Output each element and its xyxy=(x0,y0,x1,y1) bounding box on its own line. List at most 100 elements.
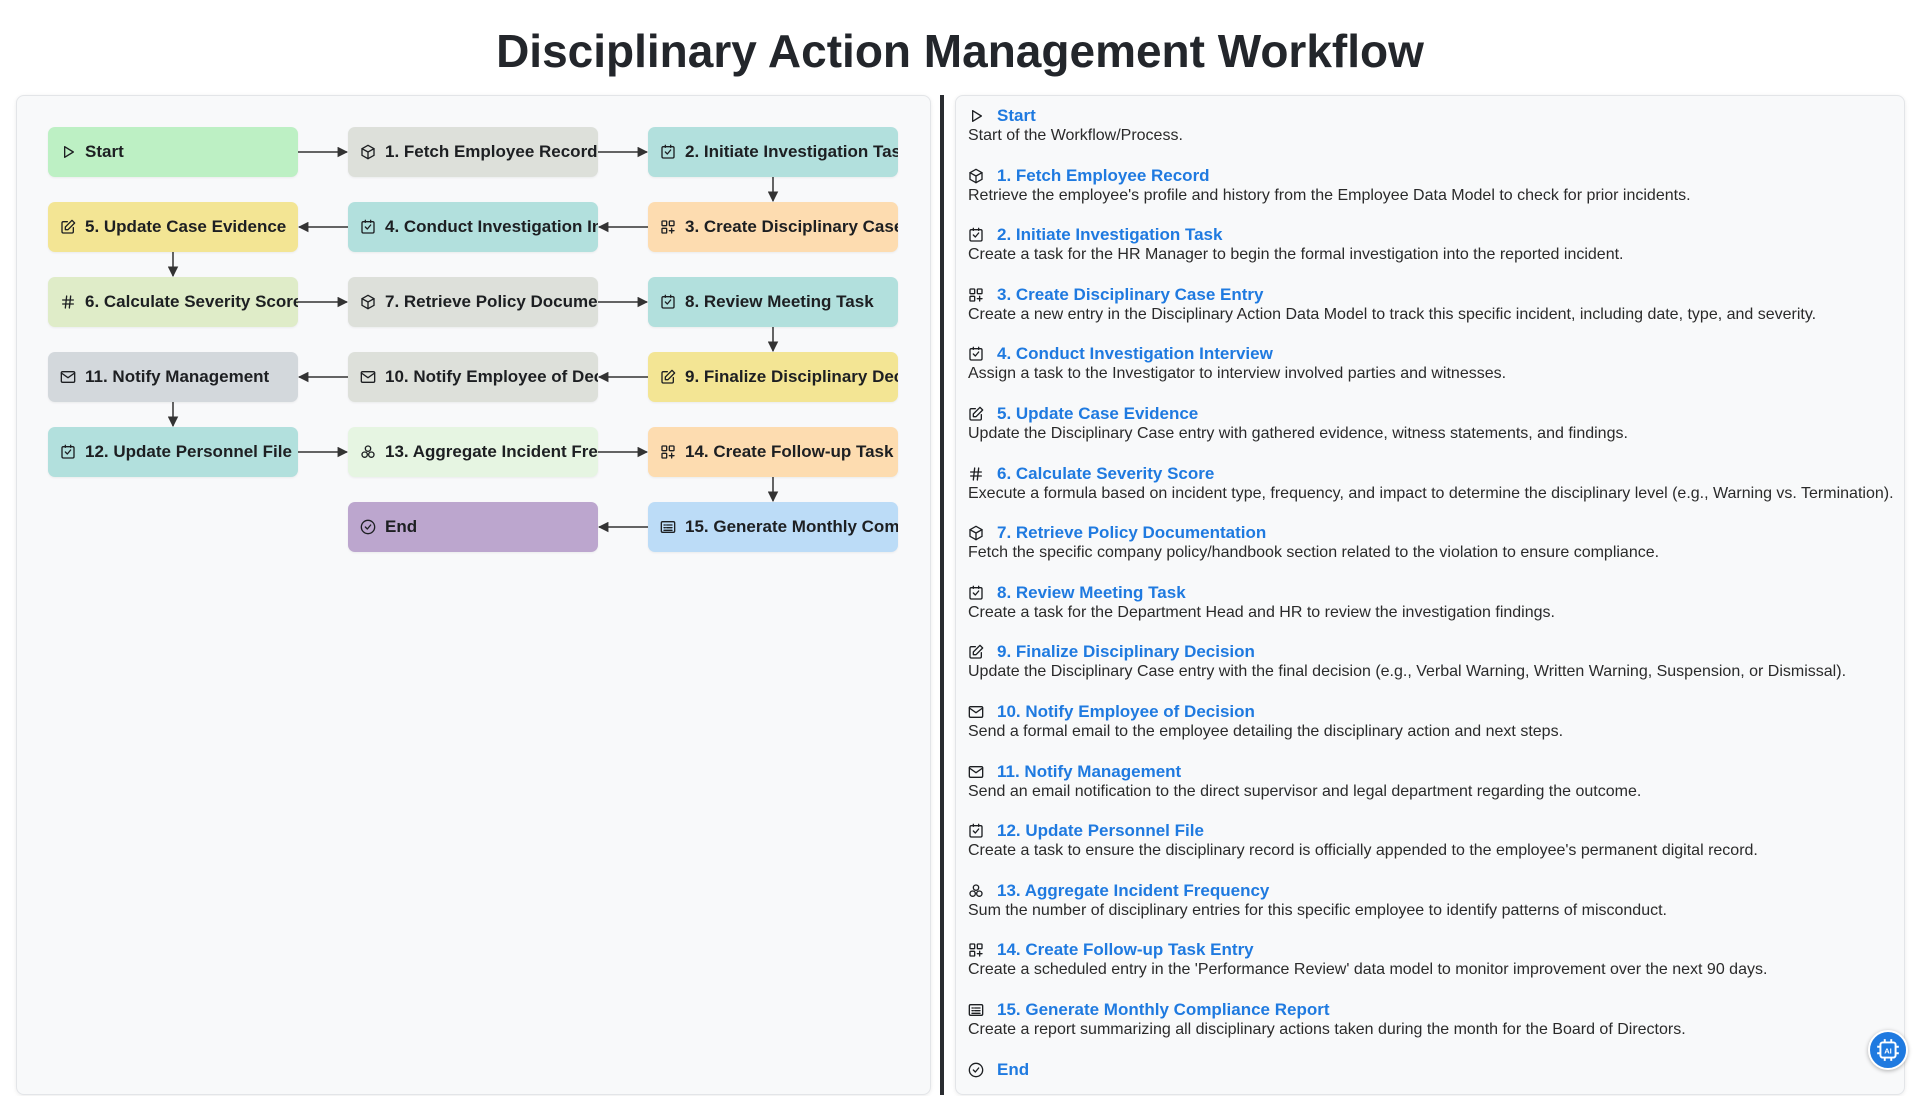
step-title-link[interactable]: Start xyxy=(997,106,1036,126)
step-description: Retrieve the employee's profile and hist… xyxy=(968,186,1691,204)
step-item: 14. Create Follow-up Task Entry Create a … xyxy=(968,939,1767,979)
step-header[interactable]: 8. Review Meeting Task xyxy=(968,582,1555,604)
report-icon xyxy=(968,1004,984,1016)
step-description: Assign a task to the Investigator to int… xyxy=(968,365,1507,383)
edit-icon xyxy=(661,369,676,384)
flow-node[interactable]: 10. Notify Employee of Decision xyxy=(348,352,598,402)
ai-chip-icon: AI xyxy=(1877,1039,1899,1061)
step-header[interactable]: Start xyxy=(968,105,1183,127)
aggregate-icon xyxy=(361,445,375,458)
step-item: 3. Create Disciplinary Case Entry Create … xyxy=(968,284,1816,324)
checkbox-icon xyxy=(969,347,983,362)
step-title-link[interactable]: 4. Conduct Investigation Interview xyxy=(997,344,1273,364)
flow-node[interactable]: 11. Notify Management xyxy=(48,352,298,402)
step-title-link[interactable]: 7. Retrieve Policy Documentation xyxy=(997,523,1266,543)
flow-node-label: 1. Fetch Employee Record xyxy=(385,142,598,161)
page-title: Disciplinary Action Management Workflow xyxy=(496,25,1424,77)
step-description: Send an email notification to the direct… xyxy=(968,782,1642,800)
flow-node[interactable]: Start xyxy=(48,127,298,177)
panel-resizer[interactable] xyxy=(940,95,944,1095)
flowchart-canvas[interactable]: Start 1. Fetch Employee Record 2. Initiate… xyxy=(16,95,931,1095)
grid-plus-icon xyxy=(969,288,983,302)
step-header[interactable]: 13. Aggregate Incident Frequency xyxy=(968,880,1667,902)
step-description: Create a task for the HR Manager to begi… xyxy=(968,246,1624,264)
flow-node[interactable]: 14. Create Follow-up Task Entry xyxy=(648,427,898,477)
step-header[interactable]: 3. Create Disciplinary Case Entry xyxy=(968,284,1816,306)
step-header[interactable]: 14. Create Follow-up Task Entry xyxy=(968,939,1767,961)
flow-node-label: 5. Update Case Evidence xyxy=(85,217,287,236)
step-header[interactable]: 2. Initiate Investigation Task xyxy=(968,224,1623,246)
step-description: Create a new entry in the Disciplinary A… xyxy=(968,305,1817,323)
step-header[interactable]: 4. Conduct Investigation Interview xyxy=(968,343,1506,365)
flow-node[interactable]: 13. Aggregate Incident Frequency xyxy=(348,427,598,477)
step-item: 6. Calculate Severity Score Execute a for… xyxy=(968,463,1894,503)
step-title-link[interactable]: 15. Generate Monthly Compliance Report xyxy=(997,1000,1330,1020)
step-item: 9. Finalize Disciplinary Decision Update … xyxy=(968,641,1846,681)
flow-node[interactable]: 7. Retrieve Policy Documentation xyxy=(348,277,598,327)
step-item: 12. Update Personnel File Create a task t… xyxy=(968,820,1758,860)
hash-icon xyxy=(970,466,982,481)
flow-node[interactable]: End xyxy=(348,502,598,552)
step-header[interactable]: 1. Fetch Employee Record xyxy=(968,165,1691,187)
step-item: 1. Fetch Employee Record Retrieve the emp… xyxy=(968,165,1691,205)
step-title-link[interactable]: 13. Aggregate Incident Frequency xyxy=(997,881,1269,901)
step-title-link[interactable]: 1. Fetch Employee Record xyxy=(997,166,1210,186)
step-title-link[interactable]: 2. Initiate Investigation Task xyxy=(997,225,1222,245)
flow-node[interactable]: 8. Review Meeting Task xyxy=(648,277,898,327)
flow-node-label: 11. Notify Management xyxy=(85,367,270,386)
step-header[interactable]: 12. Update Personnel File xyxy=(968,820,1758,842)
flow-node[interactable]: 5. Update Case Evidence xyxy=(48,202,298,252)
ai-assistant-button[interactable]: AI xyxy=(1868,1030,1908,1070)
step-header[interactable]: 15. Generate Monthly Compliance Report xyxy=(968,999,1686,1021)
step-title-link[interactable]: 12. Update Personnel File xyxy=(997,821,1204,841)
step-header[interactable]: 10. Notify Employee of Decision xyxy=(968,701,1563,723)
flow-node[interactable]: 6. Calculate Severity Score xyxy=(48,277,298,327)
step-title-link[interactable]: 9. Finalize Disciplinary Decision xyxy=(997,642,1255,662)
step-item: 13. Aggregate Incident Frequency Sum the … xyxy=(968,880,1667,920)
step-title-link[interactable]: 5. Update Case Evidence xyxy=(997,404,1198,424)
step-title-link[interactable]: 10. Notify Employee of Decision xyxy=(997,702,1255,722)
cube-icon xyxy=(969,525,983,541)
mail-icon xyxy=(968,765,984,778)
step-item: 15. Generate Monthly Compliance Report Cr… xyxy=(968,999,1686,1039)
check-circle-icon xyxy=(360,519,376,535)
step-details-panel[interactable]: Start Start of the Workflow/Process. 1. Fe… xyxy=(955,95,1905,1095)
step-header[interactable]: 9. Finalize Disciplinary Decision xyxy=(968,641,1846,663)
flow-node[interactable]: 1. Fetch Employee Record xyxy=(348,127,598,177)
step-description: Sum the number of disciplinary entries f… xyxy=(968,901,1667,919)
step-title-link[interactable]: 8. Review Meeting Task xyxy=(997,583,1186,603)
aggregate-icon xyxy=(969,884,983,897)
step-title-link[interactable]: 6. Calculate Severity Score xyxy=(997,464,1214,484)
flow-node[interactable]: 3. Create Disciplinary Case Entry xyxy=(648,202,898,252)
flow-node[interactable]: 4. Conduct Investigation Interview xyxy=(348,202,598,252)
step-title-link[interactable]: 14. Create Follow-up Task Entry xyxy=(997,940,1254,960)
checkbox-icon xyxy=(969,227,983,242)
mail-icon xyxy=(360,371,376,383)
flow-node-label: 3. Create Disciplinary Case Entry xyxy=(685,217,898,236)
flow-node-label: 2. Initiate Investigation Task xyxy=(685,142,898,161)
step-item: Start Start of the Workflow/Process. xyxy=(968,105,1183,145)
flow-node[interactable]: 12. Update Personnel File xyxy=(48,427,298,477)
step-header[interactable]: End xyxy=(968,1059,1029,1081)
step-header[interactable]: 7. Retrieve Policy Documentation xyxy=(968,522,1659,544)
mail-icon xyxy=(968,706,984,718)
hash-icon xyxy=(62,295,74,309)
step-header[interactable]: 11. Notify Management xyxy=(968,761,1641,783)
flow-node[interactable]: 2. Initiate Investigation Task xyxy=(648,127,898,177)
flow-node-label: 7. Retrieve Policy Documentation xyxy=(385,292,598,311)
step-item: 5. Update Case Evidence Update the Discip… xyxy=(968,403,1628,443)
step-description: Create a task for the Department Head an… xyxy=(968,603,1555,621)
flow-node[interactable]: 15. Generate Monthly Compliance Report xyxy=(648,502,898,552)
step-header[interactable]: 6. Calculate Severity Score xyxy=(968,463,1894,485)
step-header[interactable]: 5. Update Case Evidence xyxy=(968,403,1628,425)
step-title-link[interactable]: End xyxy=(997,1060,1029,1080)
step-title-link[interactable]: 11. Notify Management xyxy=(997,762,1181,782)
flow-node[interactable]: 9. Finalize Disciplinary Decision xyxy=(648,352,898,402)
step-description: Create a report summarizing all discipli… xyxy=(968,1021,1686,1038)
flow-node-label: 6. Calculate Severity Score xyxy=(85,292,298,311)
mail-icon xyxy=(60,371,76,383)
step-item: 7. Retrieve Policy Documentation Fetch th… xyxy=(968,522,1659,562)
step-title-link[interactable]: 3. Create Disciplinary Case Entry xyxy=(997,285,1263,305)
grid-plus-icon xyxy=(661,445,675,459)
checkbox-icon xyxy=(969,823,983,838)
